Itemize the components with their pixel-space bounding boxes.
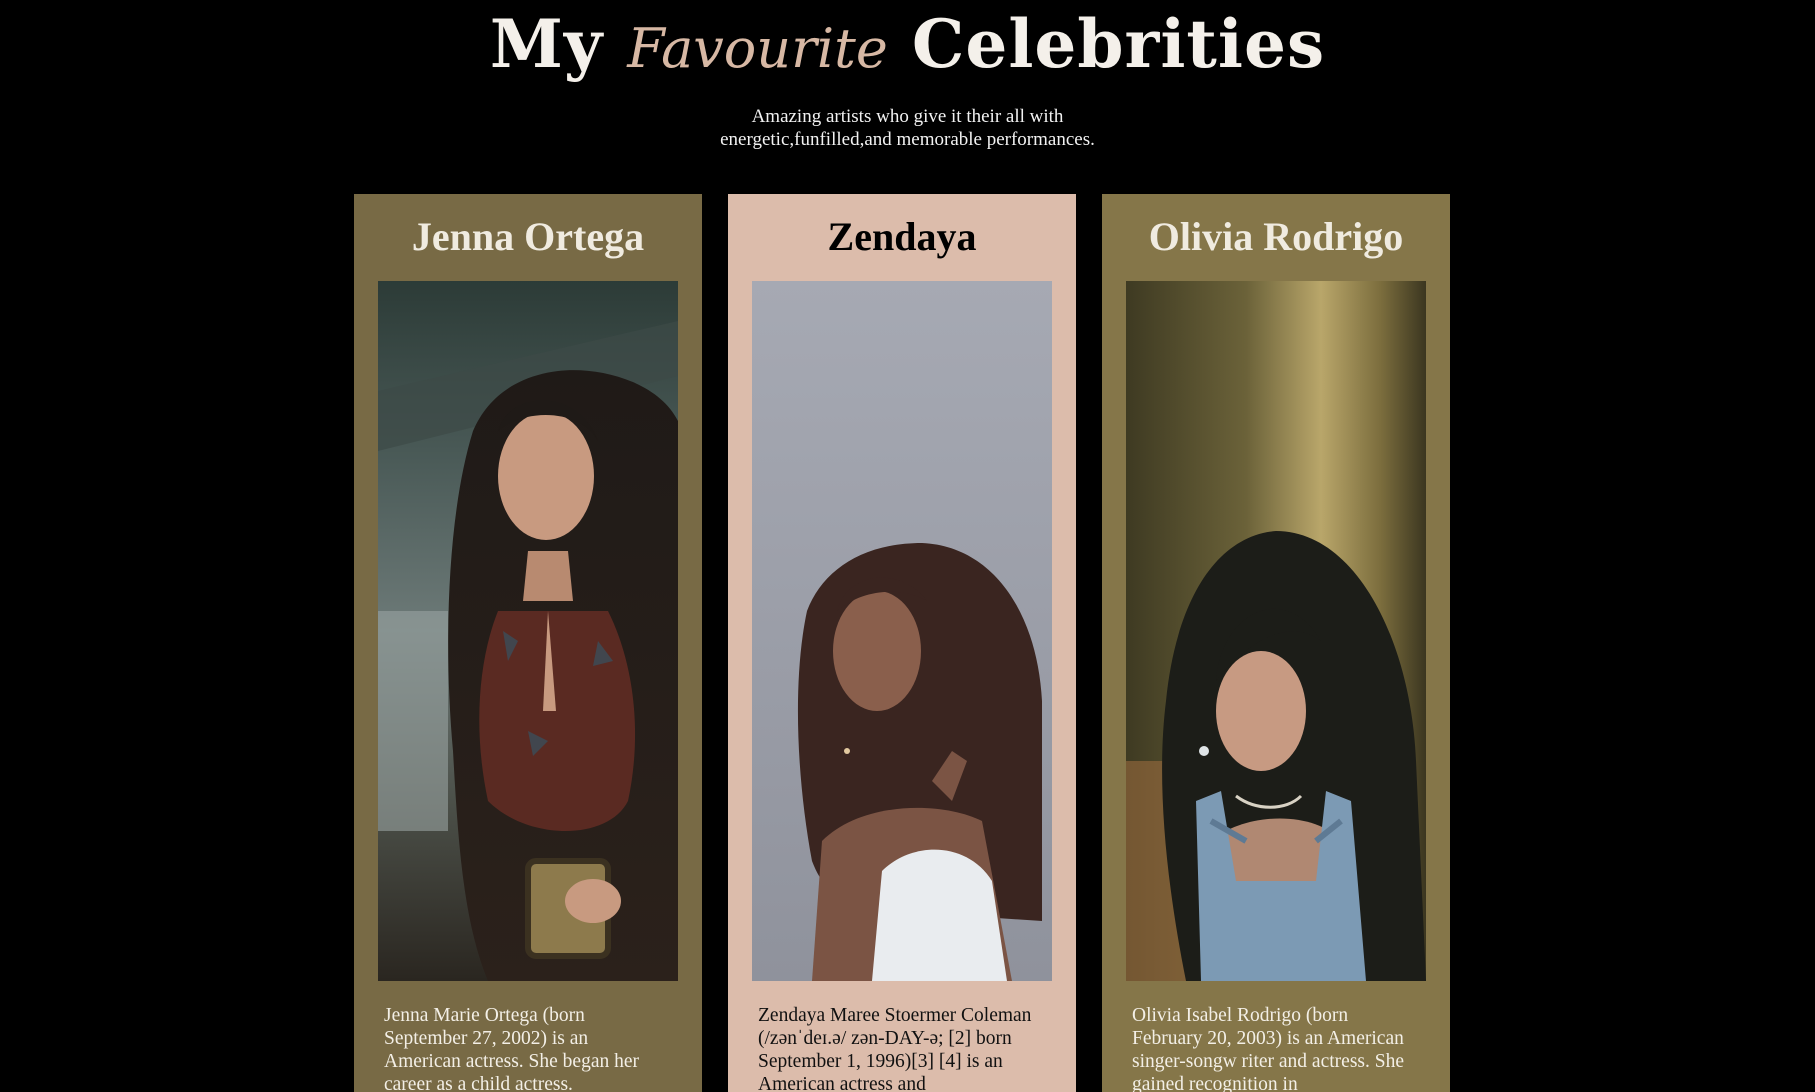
card-name: Jenna Ortega	[411, 214, 645, 259]
page-title: My Favourite Celebrities	[0, 0, 1815, 89]
card-bio: Zendaya Maree Stoermer Coleman (/zənˈdeɪ…	[758, 1005, 1032, 1092]
celebrity-card-olivia-rodrigo: Olivia Rodrigo Olivia Isabel Rodrigo (bo…	[1102, 194, 1450, 1092]
card-bio: Olivia Isabel Rodrigo (born February 20,…	[1132, 1005, 1404, 1092]
card-name: Zendaya	[827, 214, 977, 259]
celebrity-photo	[378, 281, 678, 981]
title-script-word: Favourite	[627, 17, 888, 80]
page-header: My Favourite Celebrities Amazing artists…	[0, 0, 1815, 151]
title-end: Celebrities	[911, 5, 1326, 83]
title-start: My	[489, 5, 604, 83]
card-bio: Jenna Marie Ortega (born September 27, 2…	[384, 1005, 640, 1092]
celebrity-card-jenna-ortega: Jenna Ortega Jenna Marie Ortega (born Se…	[354, 194, 702, 1092]
celebrity-photo	[752, 281, 1052, 981]
celebrity-card-zendaya: Zendaya Zendaya Maree Stoermer Coleman (…	[728, 194, 1076, 1092]
celebrity-photo	[1126, 281, 1426, 981]
page-subtitle: Amazing artists who give it their all wi…	[720, 106, 1095, 150]
card-name: Olivia Rodrigo	[1148, 214, 1404, 259]
